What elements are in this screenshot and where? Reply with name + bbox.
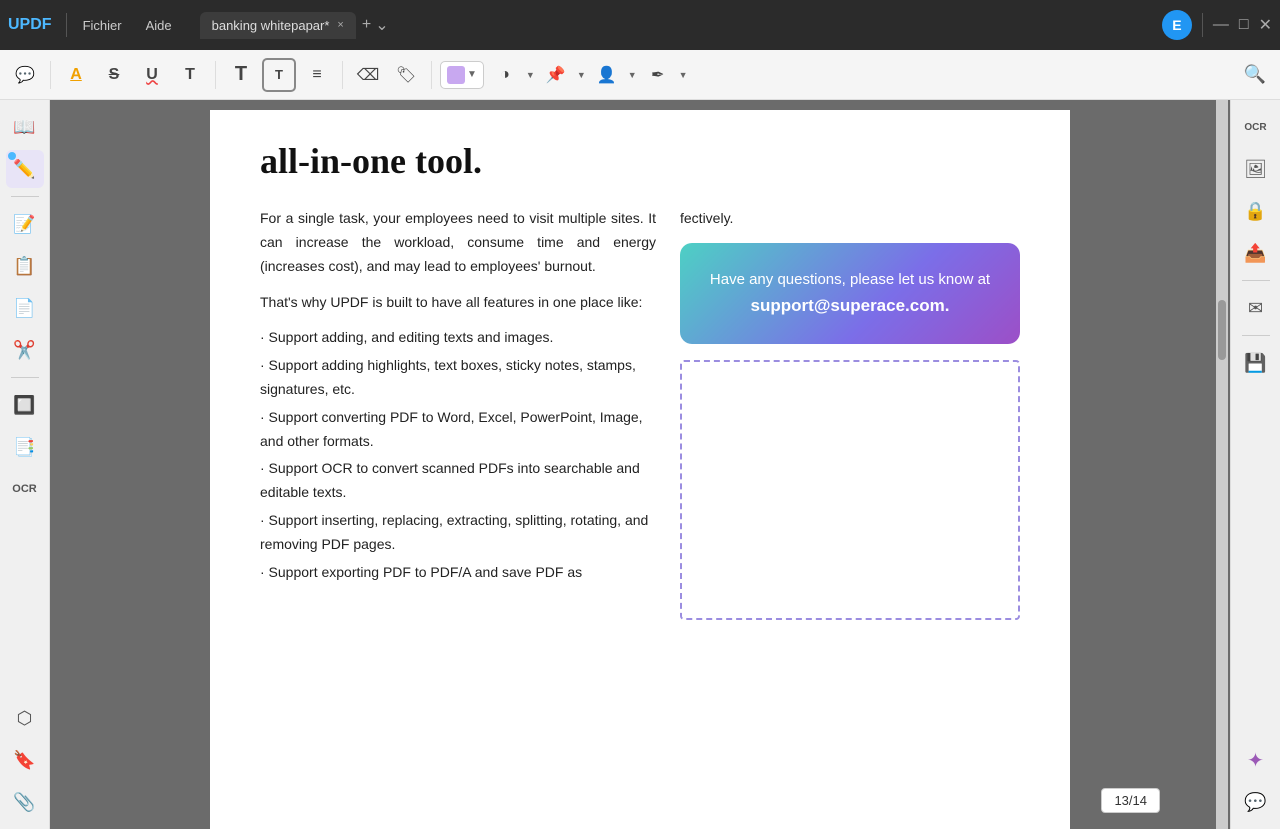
organize-btn[interactable]: 📋: [6, 247, 44, 285]
pen-dropdown-icon[interactable]: ▼: [679, 70, 688, 80]
active-dot: [8, 152, 16, 160]
pdf-right-end: fectively.: [680, 207, 1020, 231]
support-card-text: Have any questions, please let us know a…: [704, 271, 996, 288]
sidebar-divider-2: [11, 377, 39, 378]
toolbar-right: 🔍: [1238, 58, 1272, 92]
page-number: 13/14: [1101, 788, 1160, 813]
pdf-col-left: For a single task, your employees need t…: [260, 207, 656, 620]
chat-right-btn[interactable]: 💬: [1237, 783, 1275, 821]
pdf-two-col: For a single task, your employees need t…: [260, 207, 1020, 620]
color-picker-btn[interactable]: ▼: [440, 61, 484, 89]
highlight-btn[interactable]: A: [59, 58, 93, 92]
pdf-bullet-1: · Support adding, and editing texts and …: [260, 326, 656, 350]
text2-btn[interactable]: T: [224, 58, 258, 92]
save-right-btn[interactable]: 💾: [1237, 344, 1275, 382]
toolbar: 💬 A S U T T T ≡ ⌫ 🏷 ▼ ◑ ▼ 📌 ▼ 👤 ▼ ✒ ▼ 🔍: [0, 50, 1280, 100]
annotate-btn[interactable]: 📝: [6, 205, 44, 243]
email-right-btn[interactable]: ✉: [1237, 289, 1275, 327]
export-right-btn[interactable]: 📤: [1237, 234, 1275, 272]
app-logo: UPDF: [8, 16, 52, 34]
logo-text: UPDF: [8, 16, 52, 34]
person-dropdown-icon[interactable]: ▼: [628, 70, 637, 80]
tab-label: banking whitepapar*: [212, 18, 330, 33]
chevron-down-icon: ▼: [467, 69, 477, 80]
form-btn[interactable]: 📄: [6, 289, 44, 327]
toolbar-divider-1: [50, 61, 51, 89]
pdf-area: all-in-one tool. For a single task, your…: [50, 100, 1230, 829]
pdf-bullet-2: · Support adding highlights, text boxes,…: [260, 354, 656, 402]
comment-btn[interactable]: 💬: [8, 58, 42, 92]
shape-btn[interactable]: ◑: [488, 58, 522, 92]
title-bar: UPDF Fichier Aide banking whitepapar* × …: [0, 0, 1280, 50]
divider2: [1202, 13, 1203, 37]
pdf-bullet-6: · Support exporting PDF to PDF/A and sav…: [260, 561, 656, 585]
search-btn[interactable]: 🔍: [1238, 58, 1272, 92]
pen-btn[interactable]: ✒: [641, 58, 675, 92]
close-btn[interactable]: ✕: [1259, 15, 1272, 35]
pdf-page: all-in-one tool. For a single task, your…: [210, 110, 1070, 829]
image-right-btn[interactable]: 🖼: [1237, 150, 1275, 188]
main-layout: 📖 ✏️ 📝 📋 📄 ✂️ 🔲 📑 OCR ⬡ 🔖 📎 all-in-one t…: [0, 100, 1280, 829]
pages-btn[interactable]: 📑: [6, 428, 44, 466]
scrollbar-thumb[interactable]: [1218, 300, 1226, 360]
minimize-btn[interactable]: —: [1213, 16, 1229, 34]
pdf-paragraph-2: That's why UPDF is built to have all fea…: [260, 291, 656, 315]
active-tab[interactable]: banking whitepapar* ×: [200, 12, 356, 39]
bookmark-btn[interactable]: 🔖: [6, 741, 44, 779]
dashed-placeholder-box: [680, 360, 1020, 620]
stamp-btn[interactable]: 🏷: [389, 58, 423, 92]
security-right-btn[interactable]: 🔒: [1237, 192, 1275, 230]
attachment-btn[interactable]: 📎: [6, 783, 44, 821]
pin-btn[interactable]: 📌: [539, 58, 573, 92]
support-card: Have any questions, please let us know a…: [680, 243, 1020, 344]
read-mode-btn[interactable]: 📖: [6, 108, 44, 146]
pdf-heading: all-in-one tool.: [260, 140, 1020, 183]
menu-bar: Fichier Aide: [73, 14, 184, 37]
ocr-right-btn[interactable]: OCR: [1237, 108, 1275, 146]
toolbar-divider-3: [342, 61, 343, 89]
menu-fichier[interactable]: Fichier: [73, 14, 132, 37]
shape-dropdown-icon[interactable]: ▼: [526, 70, 535, 80]
right-sidebar: OCR 🖼 🔒 📤 ✉ 💾 ✦ 💬: [1230, 100, 1280, 829]
pdf-col-right: fectively. Have any questions, please le…: [680, 207, 1020, 620]
window-controls: E — □ ✕: [1162, 10, 1272, 40]
list-btn[interactable]: ≡: [300, 58, 334, 92]
tab-bar: banking whitepapar* × + ⌄: [200, 12, 1156, 39]
ocr-btn[interactable]: OCR: [6, 470, 44, 508]
pdf-bullet-5: · Support inserting, replacing, extracti…: [260, 509, 656, 557]
divider: [66, 13, 67, 37]
left-sidebar: 📖 ✏️ 📝 📋 📄 ✂️ 🔲 📑 OCR ⬡ 🔖 📎: [0, 100, 50, 829]
pin-dropdown-icon[interactable]: ▼: [577, 70, 586, 80]
underline-btn[interactable]: U: [135, 58, 169, 92]
right-divider-2: [1242, 335, 1270, 336]
text-btn[interactable]: T: [173, 58, 207, 92]
textbox-btn[interactable]: T: [262, 58, 296, 92]
pdf-bullet-4: · Support OCR to convert scanned PDFs in…: [260, 457, 656, 505]
user-avatar[interactable]: E: [1162, 10, 1192, 40]
color-swatch: [447, 66, 465, 84]
layers-btn[interactable]: ⬡: [6, 699, 44, 737]
toolbar-divider-2: [215, 61, 216, 89]
strikethrough-btn[interactable]: S: [97, 58, 131, 92]
eraser-btn[interactable]: ⌫: [351, 58, 385, 92]
menu-aide[interactable]: Aide: [136, 14, 184, 37]
tab-more-btn[interactable]: ⌄: [375, 15, 388, 35]
right-divider-1: [1242, 280, 1270, 281]
extract-btn[interactable]: ✂️: [6, 331, 44, 369]
maximize-btn[interactable]: □: [1239, 16, 1249, 34]
support-card-email: support@superace.com.: [704, 296, 996, 316]
scrollbar[interactable]: [1216, 100, 1228, 829]
tab-close-btn[interactable]: ×: [337, 19, 343, 31]
crop-btn[interactable]: 🔲: [6, 386, 44, 424]
sidebar-divider-1: [11, 196, 39, 197]
pdf-paragraph-1: For a single task, your employees need t…: [260, 207, 656, 278]
person-btn[interactable]: 👤: [590, 58, 624, 92]
pdf-bullet-3: · Support converting PDF to Word, Excel,…: [260, 406, 656, 454]
edit-mode-btn[interactable]: ✏️: [6, 150, 44, 188]
add-tab-btn[interactable]: +: [362, 16, 371, 34]
toolbar-divider-4: [431, 61, 432, 89]
ai-right-btn[interactable]: ✦: [1237, 741, 1275, 779]
